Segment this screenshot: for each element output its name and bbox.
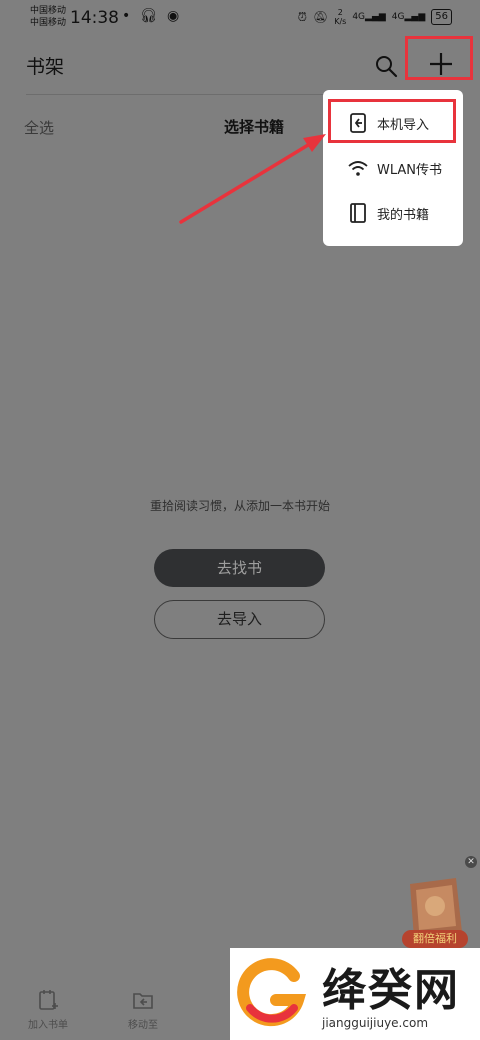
headphones-icon: 🎧︎ (139, 8, 158, 24)
dot-icon: • (122, 8, 131, 24)
promo-close-icon[interactable]: ✕ (465, 856, 477, 868)
book-icon (350, 203, 366, 223)
folder-move-icon (133, 993, 153, 1009)
add-list-icon (39, 990, 58, 1010)
status-bar: 中国移动 中国移动 14:38 • 🎧︎ ◉ ⏰︎ 🔕︎ 2 K/s 4G▂▄▆… (0, 0, 480, 36)
battery-icon: 56 (431, 9, 452, 25)
net-speed-value: 2 (337, 8, 343, 17)
page-title: 书架 (26, 56, 65, 78)
import-books-button[interactable]: 去导入 (154, 600, 325, 639)
watermark: 绛癸网 jiangguijiuye.com (230, 948, 480, 1040)
mute-icon: 🔕︎ (312, 10, 329, 24)
status-left-icons: • 🎧︎ ◉ (122, 8, 184, 24)
signal-1-icon: 4G▂▄▆ (352, 12, 386, 22)
signal-2-icon: 4G▂▄▆ (391, 12, 426, 22)
carrier-labels: 中国移动 中国移动 (30, 5, 66, 29)
menu-item-wlan-transfer[interactable]: WLAN传书 (323, 145, 463, 191)
net-speed: 2 K/s (334, 8, 346, 26)
promo-label[interactable]: 翻倍福利 (402, 930, 468, 948)
move-to-label: 移动至 (128, 1020, 158, 1031)
wifi-icon (348, 161, 368, 176)
menu-item-my-books[interactable]: 我的书籍 (323, 190, 463, 236)
eye-icon: ◉ (166, 8, 180, 24)
highlight-menu-item-box (328, 99, 456, 143)
find-books-button[interactable]: 去找书 (154, 549, 325, 587)
status-right-icons: ⏰︎ 🔕︎ 2 K/s 4G▂▄▆ 4G▂▄▆ 56 (298, 8, 452, 26)
add-to-list-label: 加入书单 (28, 1020, 68, 1031)
watermark-logo-icon (237, 958, 307, 1027)
net-type-1: 4G (352, 12, 366, 22)
carrier-1: 中国移动 (30, 6, 67, 16)
menu-item-label: WLAN传书 (377, 162, 443, 178)
highlight-add-box (405, 36, 473, 80)
move-to-button[interactable]: 移动至 (113, 988, 173, 1031)
empty-state-message: 重拾阅读习惯，从添加一本书开始 (149, 499, 330, 513)
menu-item-label: 我的书籍 (377, 207, 430, 223)
add-to-list-button[interactable]: 加入书单 (18, 988, 78, 1031)
watermark-name: 绛癸网 (322, 965, 460, 1016)
watermark-url: jiangguijiuye.com (322, 1016, 429, 1030)
carrier-2: 中国移动 (30, 18, 67, 28)
net-speed-unit: K/s (334, 17, 347, 26)
search-icon[interactable] (374, 54, 398, 78)
net-type-2: 4G (391, 12, 405, 22)
alarm-icon: ⏰︎ (297, 9, 307, 24)
clock: 14:38 (70, 8, 119, 28)
selection-title-text: 选择书籍 (223, 118, 284, 136)
